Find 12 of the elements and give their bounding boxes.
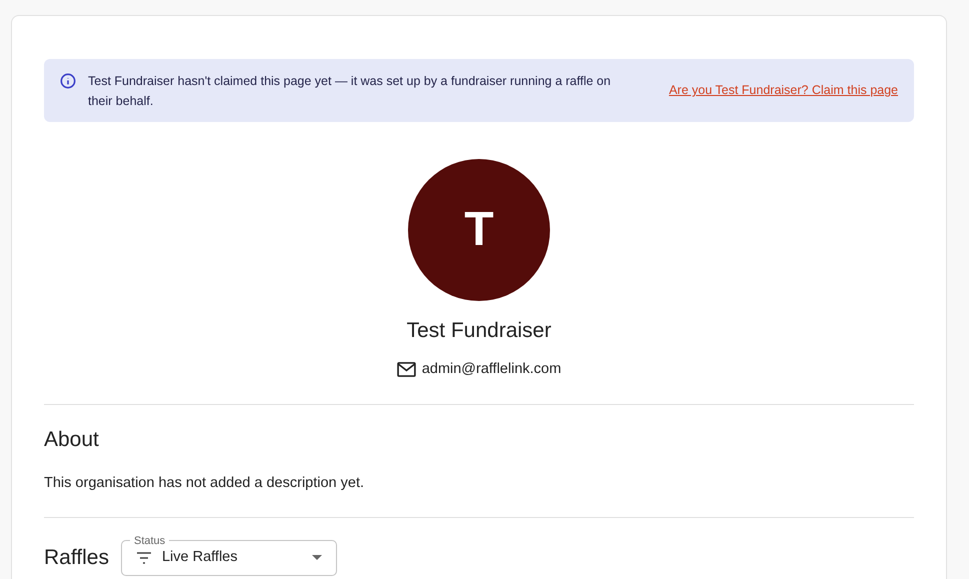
about-heading: About	[44, 427, 100, 454]
profile-name: Test Fundraiser	[406, 318, 552, 344]
claim-link[interactable]: Are you Test Fundraiser? Claim this page	[668, 81, 898, 100]
raffles-heading: Raffles	[44, 544, 109, 571]
avatar: T	[408, 159, 550, 301]
mail-icon	[396, 362, 416, 377]
about-text: This organisation has not added a description yet.	[44, 474, 366, 493]
info-icon	[60, 73, 76, 89]
profile-email: admin@rafflelink.com	[422, 360, 562, 378]
notice-text: Test Fundraiser hasn't claimed this page yet — it was set up by a fundraiser running a raffle on their behalf.	[88, 72, 612, 110]
caret-icon	[312, 555, 322, 560]
filter-icon	[136, 552, 152, 564]
